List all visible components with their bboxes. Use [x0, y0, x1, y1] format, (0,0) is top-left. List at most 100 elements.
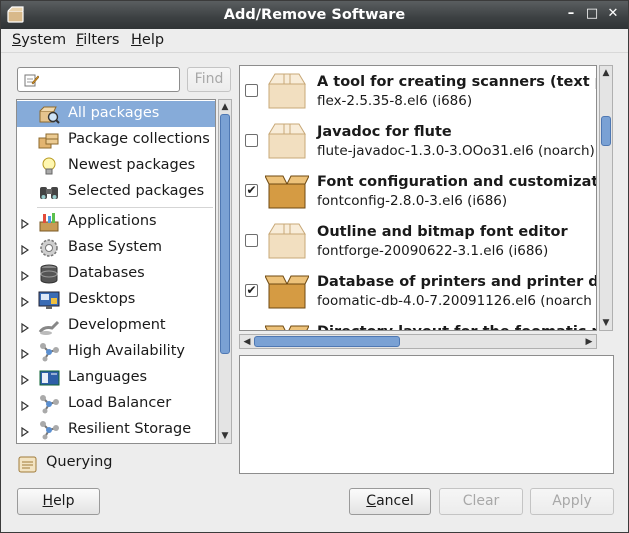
expander-arrow-icon[interactable] [21, 243, 30, 259]
app-window: Add/Remove Software – □ ✕ System Filters… [0, 0, 629, 533]
package-hscroll-thumb[interactable] [254, 336, 400, 347]
group-label: Selected packages [68, 183, 205, 199]
cancel-button-mnemonic: C [366, 493, 377, 509]
package-row[interactable]: ✔ Database of printers and printer driv fo… [240, 266, 596, 316]
maximize-button[interactable]: □ [584, 6, 600, 22]
package-version: fontforge-20090622-3.1.el6 (i686) [317, 243, 549, 259]
clear-button-label: Clear [462, 493, 500, 509]
group-item[interactable]: All packages [17, 101, 215, 127]
group-label: Resilient Storage [68, 421, 192, 437]
menubar: System Filters Help [1, 29, 628, 53]
menu-system[interactable]: System [12, 32, 66, 48]
scroll-down-arrow[interactable]: ▼ [600, 317, 612, 329]
menu-system-label: ystem [21, 32, 67, 48]
help-button[interactable]: Help [17, 488, 100, 515]
group-label: Databases [68, 265, 145, 281]
group-item[interactable]: High Availability [17, 339, 215, 365]
network-icon [38, 342, 60, 362]
package-version: flex-2.5.35-8.el6 (i686) [317, 93, 473, 109]
package-version: foomatic-db-4.0-7.20091126.el6 (noarch [317, 293, 592, 309]
apply-button[interactable]: Apply [530, 488, 614, 515]
clear-button[interactable]: Clear [439, 488, 523, 515]
expander-arrow-icon[interactable] [21, 217, 30, 233]
group-item[interactable]: Resilient Storage [17, 417, 215, 443]
edit-icon [23, 72, 40, 92]
flag-icon [38, 368, 60, 388]
group-separator [37, 207, 213, 208]
cancel-button[interactable]: Cancel [349, 488, 431, 515]
titlebar[interactable]: Add/Remove Software – □ ✕ [1, 1, 628, 29]
group-item[interactable]: Applications [17, 209, 215, 235]
package-collections-icon [38, 130, 60, 150]
scroll-up-arrow[interactable]: ▲ [219, 101, 231, 113]
scroll-down-arrow[interactable]: ▼ [219, 430, 231, 442]
group-item[interactable]: Newest packages [17, 153, 215, 179]
package-row[interactable]: ✔ Font configuration and customizatio font… [240, 166, 596, 216]
available-package-icon [265, 70, 309, 110]
help-button-mnemonic: H [42, 493, 54, 509]
expander-arrow-icon[interactable] [21, 399, 30, 415]
installed-package-icon [264, 270, 310, 310]
group-item[interactable]: Desktops [17, 287, 215, 313]
package-summary: Outline and bitmap font editor [317, 224, 568, 240]
package-row[interactable]: Directory layout for the foomatic pa [240, 316, 596, 330]
group-item[interactable]: Load Balancer [17, 391, 215, 417]
menu-help[interactable]: Help [131, 32, 164, 48]
package-scroll-thumb[interactable] [601, 116, 611, 146]
package-checkbox[interactable]: ✔ [245, 184, 258, 197]
expander-arrow-icon[interactable] [21, 321, 30, 337]
group-item[interactable]: Languages [17, 365, 215, 391]
status-text: Querying [46, 454, 113, 470]
database-icon [38, 264, 60, 284]
groups-scrollbar[interactable]: ▲ ▼ [218, 99, 232, 444]
package-checkbox[interactable]: ✔ [245, 284, 258, 297]
lightbulb-icon [38, 156, 60, 176]
expander-arrow-icon[interactable] [21, 269, 30, 285]
available-package-icon [265, 220, 309, 260]
applications-icon [38, 212, 60, 232]
package-list: A tool for creating scanners (text pa fle… [239, 65, 597, 331]
package-row[interactable]: A tool for creating scanners (text pa fle… [240, 66, 596, 116]
menu-help-label: elp [141, 32, 165, 48]
group-item[interactable]: Base System [17, 235, 215, 261]
search-field[interactable] [17, 67, 180, 92]
package-row[interactable]: Outline and bitmap font editor fontforge-… [240, 216, 596, 266]
package-checkbox[interactable] [245, 234, 258, 247]
group-item[interactable]: Package collections [17, 127, 215, 153]
expander-arrow-icon[interactable] [21, 295, 30, 311]
group-label: Desktops [68, 291, 136, 307]
group-item[interactable]: Selected packages [17, 179, 215, 205]
search-input[interactable] [42, 70, 176, 89]
groups-scroll-thumb[interactable] [220, 114, 230, 354]
apply-button-label: Apply [552, 493, 592, 509]
scroll-up-arrow[interactable]: ▲ [600, 67, 612, 79]
close-button[interactable]: ✕ [605, 6, 621, 22]
scroll-right-arrow[interactable]: ▶ [583, 336, 595, 348]
group-item[interactable]: Databases [17, 261, 215, 287]
package-summary: Font configuration and customizatio [317, 174, 597, 190]
help-button-label: elp [53, 493, 75, 509]
development-icon [38, 316, 60, 336]
package-summary: A tool for creating scanners (text pa [317, 74, 597, 90]
find-button[interactable]: Find [187, 67, 231, 92]
package-row[interactable]: Javadoc for flute flute-javadoc-1.3.0-3.O… [240, 116, 596, 166]
expander-arrow-icon[interactable] [21, 347, 30, 363]
package-checkbox[interactable] [245, 84, 258, 97]
groups-list: All packages Package collections Newest pa… [16, 99, 216, 444]
package-checkbox[interactable] [245, 134, 258, 147]
group-item[interactable]: Development [17, 313, 215, 339]
network-icon [38, 420, 60, 440]
package-version: flute-javadoc-1.3.0-3.OOo31.el6 (noarch) [317, 143, 595, 159]
package-summary: Directory layout for the foomatic pa [317, 324, 596, 330]
expander-arrow-icon[interactable] [21, 373, 30, 389]
group-label: Applications [68, 213, 157, 229]
expander-arrow-icon[interactable] [21, 425, 30, 441]
group-label: Load Balancer [68, 395, 172, 411]
menu-filters[interactable]: Filters [76, 32, 119, 48]
package-horizontal-scrollbar[interactable]: ◀ ▶ [239, 334, 597, 349]
minimize-button[interactable]: – [563, 6, 579, 22]
package-scrollbar[interactable]: ▲ ▼ [599, 65, 613, 331]
group-label: All packages [68, 105, 160, 121]
scroll-left-arrow[interactable]: ◀ [241, 336, 253, 348]
group-label: Package collections [68, 131, 210, 147]
